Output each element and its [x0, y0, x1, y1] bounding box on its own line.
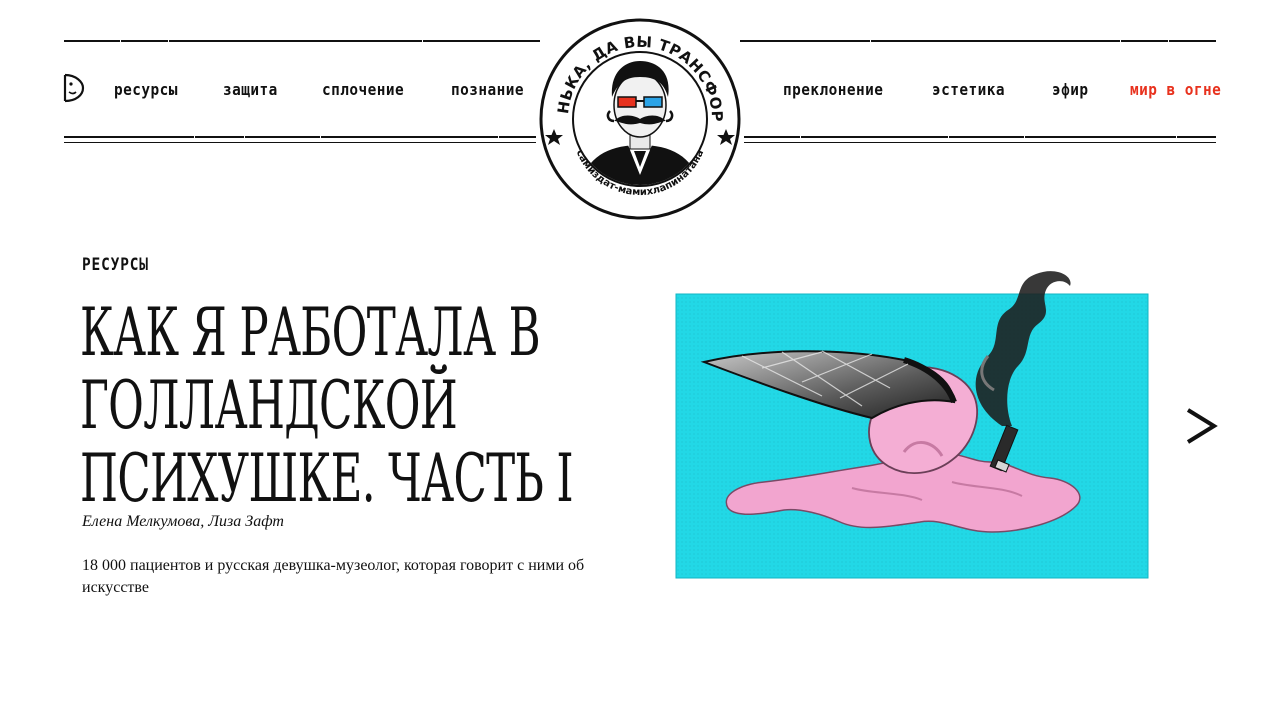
- header-bottom-rule-right: [744, 133, 1216, 139]
- header-bottom-rule-left: [64, 133, 536, 139]
- nav-item-aesthetics[interactable]: эстетика: [932, 80, 1005, 99]
- nav-item-world-on-fire[interactable]: мир в огне: [1130, 80, 1221, 99]
- nav-item-cohesion[interactable]: сплочение: [322, 80, 404, 99]
- nav-right: преклонение эстетика эфир мир в огне: [745, 79, 1231, 99]
- header-bottom-rule-left-thin: [64, 142, 536, 143]
- nav-left: ресурсы защита сплочение познание: [114, 79, 570, 99]
- nav-item-cognition[interactable]: познание: [451, 80, 524, 99]
- header-top-rule-left: [64, 37, 540, 43]
- melting-ice-cream-cone-cigarette-illustration[interactable]: [672, 256, 1152, 584]
- article-lead: 18 000 пациентов и русская девушка-музео…: [82, 557, 585, 596]
- header-bottom-rule-right-thin: [744, 142, 1216, 143]
- article-authors: Елена Мелкумова, Лиза Зафт: [82, 513, 284, 530]
- half-face-icon[interactable]: [62, 72, 86, 104]
- nav-item-protection[interactable]: защита: [223, 80, 278, 99]
- header-top-rule-right: [740, 37, 1216, 43]
- nav-item-ether[interactable]: эфир: [1052, 80, 1088, 99]
- site-logo[interactable]: БАТЕНЬКА, ДА ВЫ ТРАНСФОРМЕР самиздат-мам…: [538, 17, 742, 221]
- next-arrow-icon[interactable]: [1184, 404, 1220, 448]
- article-title[interactable]: Как я работала в голландской психушке. Ч…: [80, 296, 648, 515]
- article-rubric[interactable]: ресурсы: [82, 255, 149, 275]
- nav-item-worship[interactable]: преклонение: [783, 80, 883, 99]
- nav-item-resources[interactable]: ресурсы: [114, 80, 178, 99]
